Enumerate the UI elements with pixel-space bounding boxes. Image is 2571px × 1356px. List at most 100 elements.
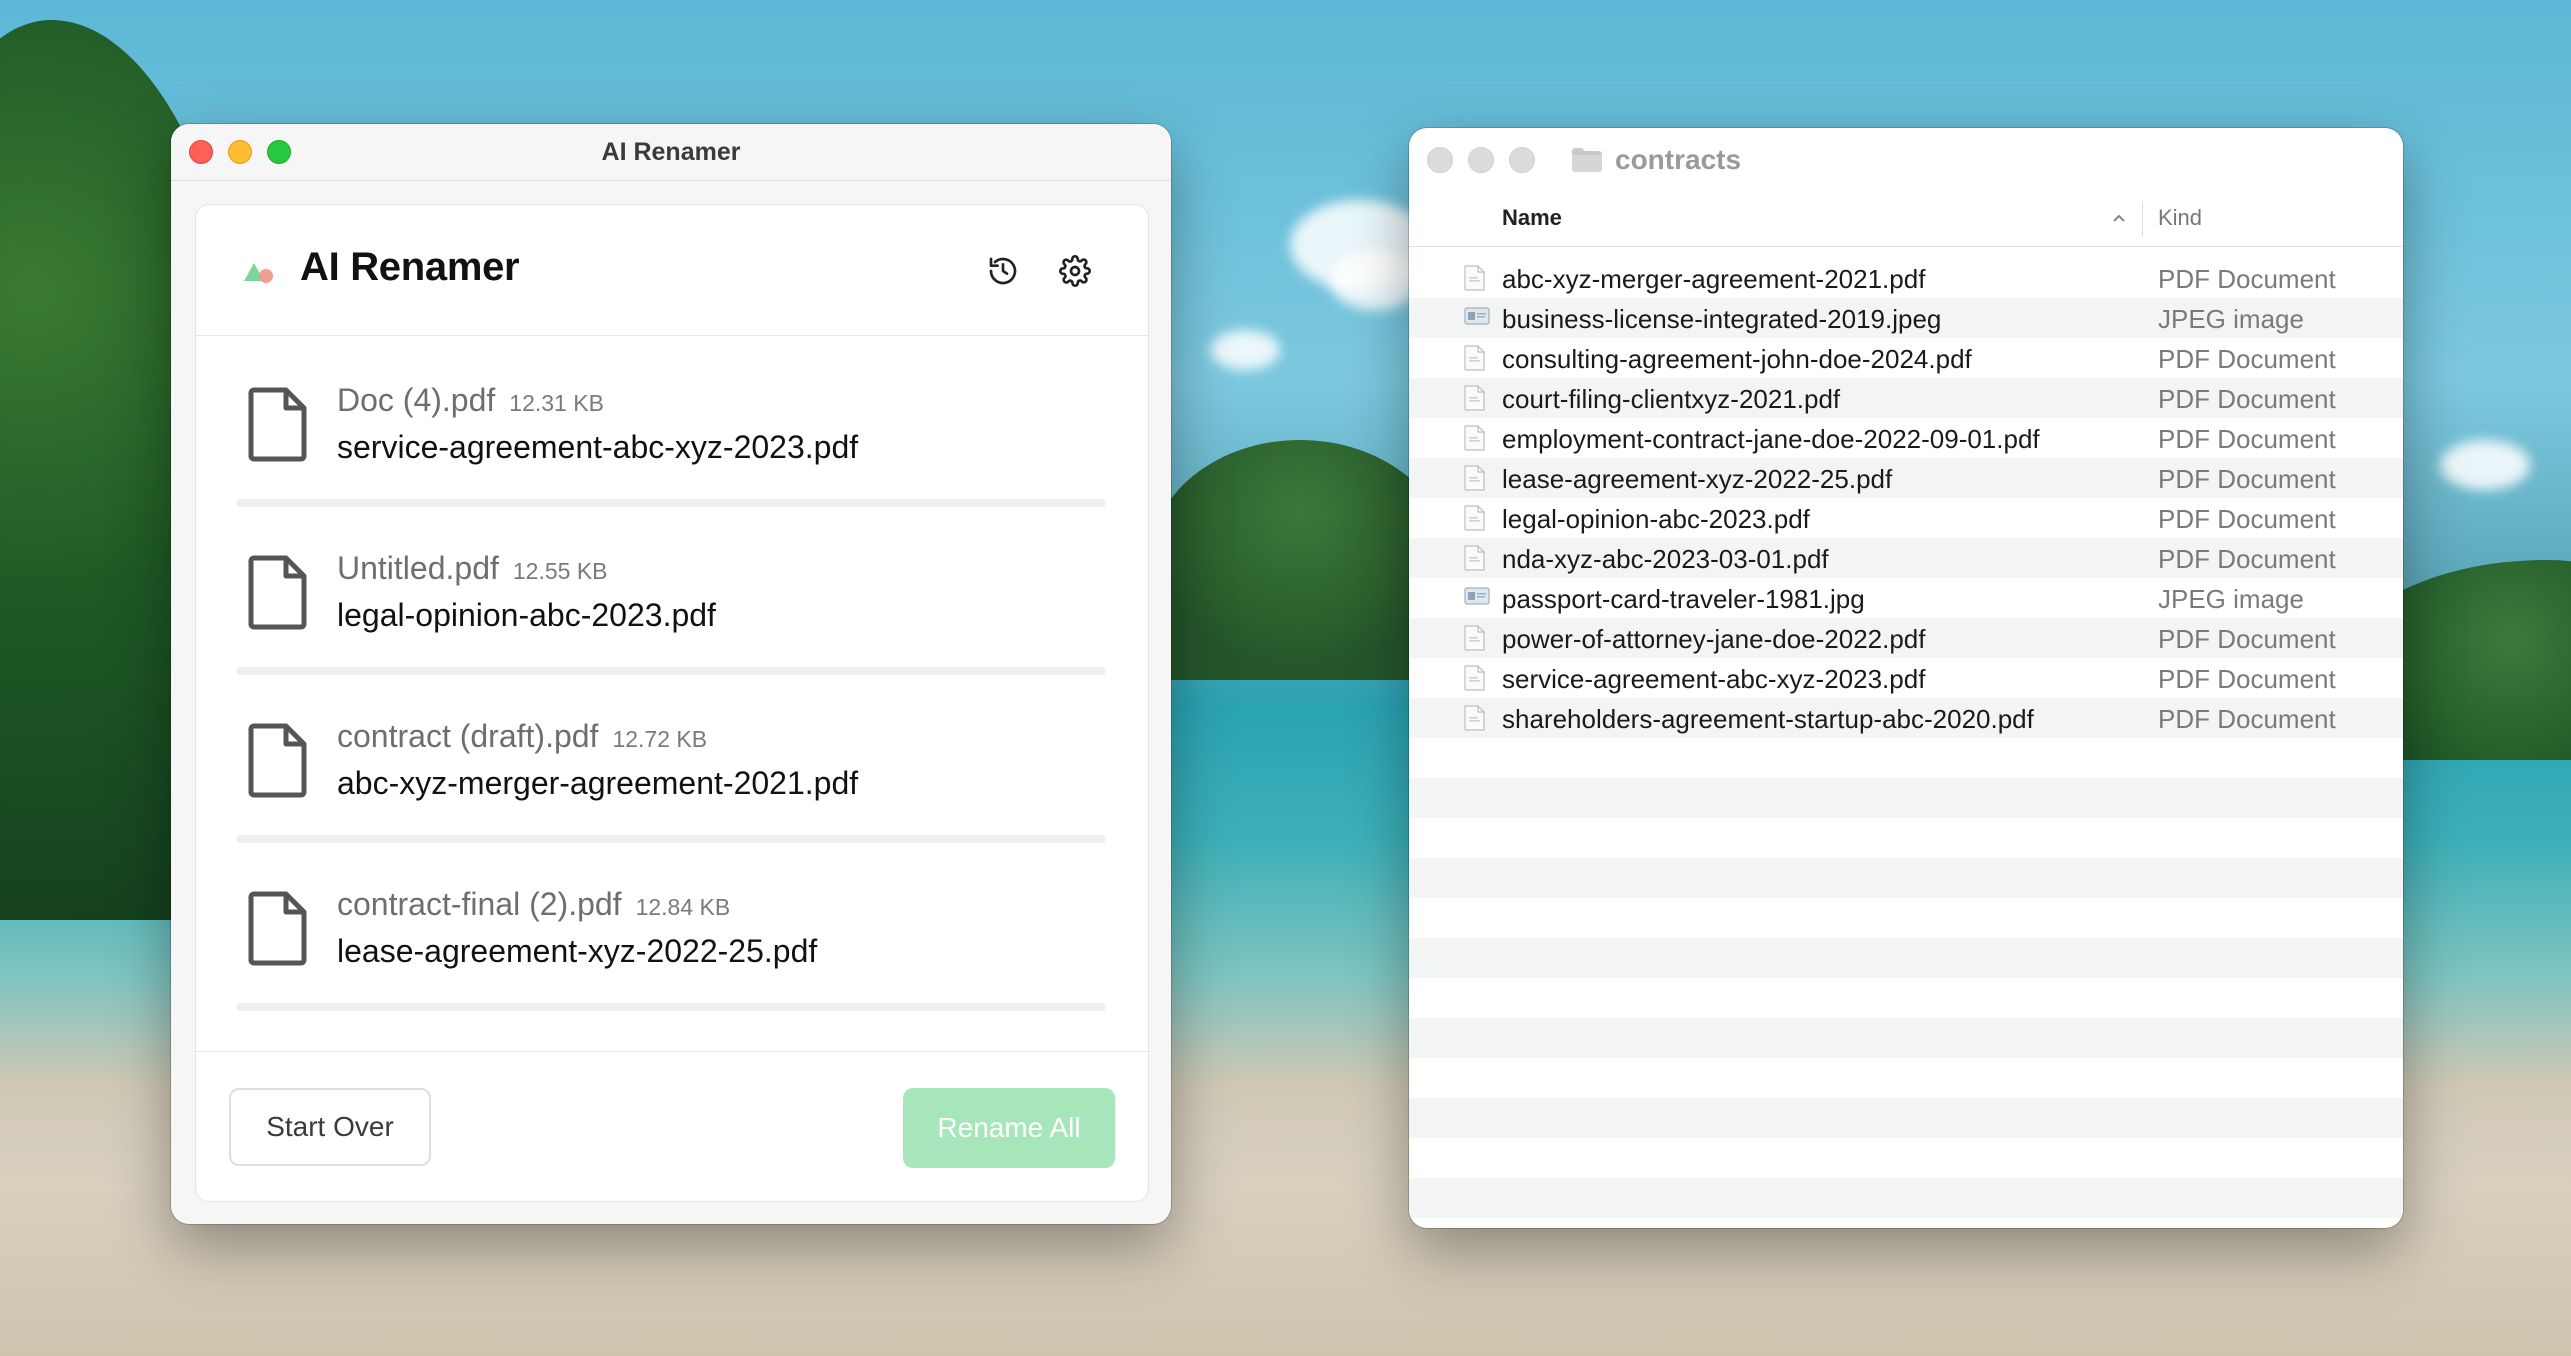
file-kind: PDF Document bbox=[2158, 704, 2336, 734]
file-size: 12.31 KB bbox=[509, 390, 604, 416]
zoom-button[interactable] bbox=[1509, 147, 1535, 173]
card-header: AI Renamer bbox=[196, 205, 1148, 336]
close-button[interactable] bbox=[1427, 147, 1453, 173]
document-icon bbox=[248, 555, 307, 630]
pdf-file-icon bbox=[1464, 425, 1486, 451]
file-row[interactable]: shareholders-agreement-startup-abc-2020.… bbox=[1409, 698, 2403, 738]
file-kind: PDF Document bbox=[2158, 264, 2336, 294]
renamer-card: AI Renamer Doc (4).pdf 12.31 KB service-… bbox=[195, 204, 1149, 1202]
pdf-file-icon bbox=[1464, 505, 1486, 531]
file-item[interactable]: contract (draft).pdf 12.72 KB abc-xyz-mer… bbox=[236, 672, 1106, 843]
finder-title: contracts bbox=[1571, 142, 1741, 178]
column-header: Name Kind bbox=[1409, 192, 2403, 247]
empty-row bbox=[1409, 1138, 2403, 1178]
file-row[interactable]: nda-xyz-abc-2023-03-01.pdf PDF Document bbox=[1409, 538, 2403, 578]
empty-row bbox=[1409, 778, 2403, 818]
sort-ascending-icon[interactable] bbox=[2109, 208, 2129, 228]
file-row[interactable]: employment-contract-jane-doe-2022-09-01.… bbox=[1409, 418, 2403, 458]
file-size: 12.72 KB bbox=[612, 726, 708, 752]
file-kind: JPEG image bbox=[2158, 584, 2304, 614]
ai-renamer-window: AI Renamer AI Renamer Doc (4).pdf 12.31 … bbox=[171, 124, 1171, 1224]
file-name: power-of-attorney-jane-doe-2022.pdf bbox=[1502, 624, 1926, 654]
suggested-file-name: service-agreement-abc-xyz-2023.pdf bbox=[337, 429, 859, 465]
empty-row bbox=[1409, 938, 2403, 978]
file-name: service-agreement-abc-xyz-2023.pdf bbox=[1502, 664, 1926, 694]
file-kind: PDF Document bbox=[2158, 504, 2336, 534]
image-file-icon bbox=[1464, 305, 1490, 331]
pdf-file-icon bbox=[1464, 625, 1486, 651]
file-item[interactable]: Untitled.pdf 12.55 KB legal-opinion-abc-2… bbox=[236, 504, 1106, 675]
file-kind: PDF Document bbox=[2158, 344, 2336, 374]
file-row[interactable]: lease-agreement-xyz-2022-25.pdf PDF Docum… bbox=[1409, 458, 2403, 498]
pdf-file-icon bbox=[1464, 385, 1486, 411]
file-row[interactable]: consulting-agreement-john-doe-2024.pdf PD… bbox=[1409, 338, 2403, 378]
original-file-name: Untitled.pdf 12.55 KB bbox=[337, 550, 608, 586]
document-icon bbox=[248, 891, 307, 966]
finder-window: contracts Name Kind abc-xyz-merger-agree… bbox=[1409, 128, 2403, 1228]
file-item[interactable]: contract-final (2).pdf 12.84 KB lease-agr… bbox=[236, 840, 1106, 1011]
document-icon bbox=[248, 723, 307, 798]
pdf-file-icon bbox=[1464, 465, 1486, 491]
app-name: AI Renamer bbox=[300, 245, 520, 289]
file-name: nda-xyz-abc-2023-03-01.pdf bbox=[1502, 544, 1829, 574]
empty-row bbox=[1409, 1058, 2403, 1098]
file-name: employment-contract-jane-doe-2022-09-01.… bbox=[1502, 424, 2040, 454]
file-name: abc-xyz-merger-agreement-2021.pdf bbox=[1502, 264, 1926, 294]
file-row[interactable]: power-of-attorney-jane-doe-2022.pdf PDF D… bbox=[1409, 618, 2403, 658]
file-row[interactable]: court-filing-clientxyz-2021.pdf PDF Docum… bbox=[1409, 378, 2403, 418]
suggested-file-name: abc-xyz-merger-agreement-2021.pdf bbox=[337, 765, 859, 801]
file-name: legal-opinion-abc-2023.pdf bbox=[1502, 504, 1810, 534]
suggested-file-name: legal-opinion-abc-2023.pdf bbox=[337, 597, 716, 633]
history-icon bbox=[989, 257, 1017, 285]
file-name: passport-card-traveler-1981.jpg bbox=[1502, 584, 1865, 614]
original-file-name: Doc (4).pdf 12.31 KB bbox=[337, 382, 604, 418]
settings-button[interactable] bbox=[1053, 249, 1097, 293]
file-name: shareholders-agreement-startup-abc-2020.… bbox=[1502, 704, 2034, 734]
suggested-file-name: lease-agreement-xyz-2022-25.pdf bbox=[337, 933, 818, 969]
file-row[interactable]: service-agreement-abc-xyz-2023.pdf PDF Do… bbox=[1409, 658, 2403, 698]
file-name: consulting-agreement-john-doe-2024.pdf bbox=[1502, 344, 1972, 374]
file-name: court-filing-clientxyz-2021.pdf bbox=[1502, 384, 1841, 414]
file-name: business-license-integrated-2019.jpeg bbox=[1502, 304, 1942, 334]
window-title: AI Renamer bbox=[601, 138, 741, 166]
rename-all-button[interactable]: Rename All bbox=[903, 1088, 1115, 1168]
empty-row bbox=[1409, 818, 2403, 858]
gear-icon bbox=[1059, 255, 1091, 287]
empty-row bbox=[1409, 1018, 2403, 1058]
file-kind: PDF Document bbox=[2158, 384, 2336, 414]
file-kind: PDF Document bbox=[2158, 464, 2336, 494]
card-footer: Start Over Rename All bbox=[196, 1051, 1148, 1201]
history-button[interactable] bbox=[981, 249, 1025, 293]
file-kind: PDF Document bbox=[2158, 664, 2336, 694]
file-item[interactable]: Doc (4).pdf 12.31 KB service-agreement-ab… bbox=[236, 336, 1106, 507]
file-row[interactable]: legal-opinion-abc-2023.pdf PDF Document bbox=[1409, 498, 2403, 538]
empty-row bbox=[1409, 1178, 2403, 1218]
file-rows: abc-xyz-merger-agreement-2021.pdf PDF Doc… bbox=[1409, 258, 2403, 1228]
empty-row bbox=[1409, 978, 2403, 1018]
pdf-file-icon bbox=[1464, 665, 1486, 691]
empty-row bbox=[1409, 738, 2403, 778]
pdf-file-icon bbox=[1464, 345, 1486, 371]
file-row[interactable]: business-license-integrated-2019.jpeg JPE… bbox=[1409, 298, 2403, 338]
file-row[interactable]: abc-xyz-merger-agreement-2021.pdf PDF Doc… bbox=[1409, 258, 2403, 298]
start-over-button[interactable]: Start Over bbox=[229, 1088, 431, 1166]
file-size: 12.55 KB bbox=[512, 558, 608, 584]
document-icon bbox=[248, 387, 307, 462]
window-controls bbox=[1427, 128, 1535, 192]
empty-row bbox=[1409, 858, 2403, 898]
file-kind: PDF Document bbox=[2158, 624, 2336, 654]
pdf-file-icon bbox=[1464, 545, 1486, 571]
name-column-header[interactable]: Name bbox=[1502, 205, 1562, 231]
file-kind: JPEG image bbox=[2158, 304, 2304, 334]
original-file-name: contract (draft).pdf 12.72 KB bbox=[337, 718, 708, 754]
kind-column-header[interactable]: Kind bbox=[2158, 205, 2202, 231]
empty-row bbox=[1409, 1098, 2403, 1138]
file-kind: PDF Document bbox=[2158, 544, 2336, 574]
app-logo-icon bbox=[244, 263, 273, 283]
empty-row bbox=[1409, 1218, 2403, 1228]
pdf-file-icon bbox=[1464, 705, 1486, 731]
empty-row bbox=[1409, 898, 2403, 938]
minimize-button[interactable] bbox=[1468, 147, 1494, 173]
column-divider[interactable] bbox=[2142, 202, 2143, 236]
file-row[interactable]: passport-card-traveler-1981.jpg JPEG imag… bbox=[1409, 578, 2403, 618]
